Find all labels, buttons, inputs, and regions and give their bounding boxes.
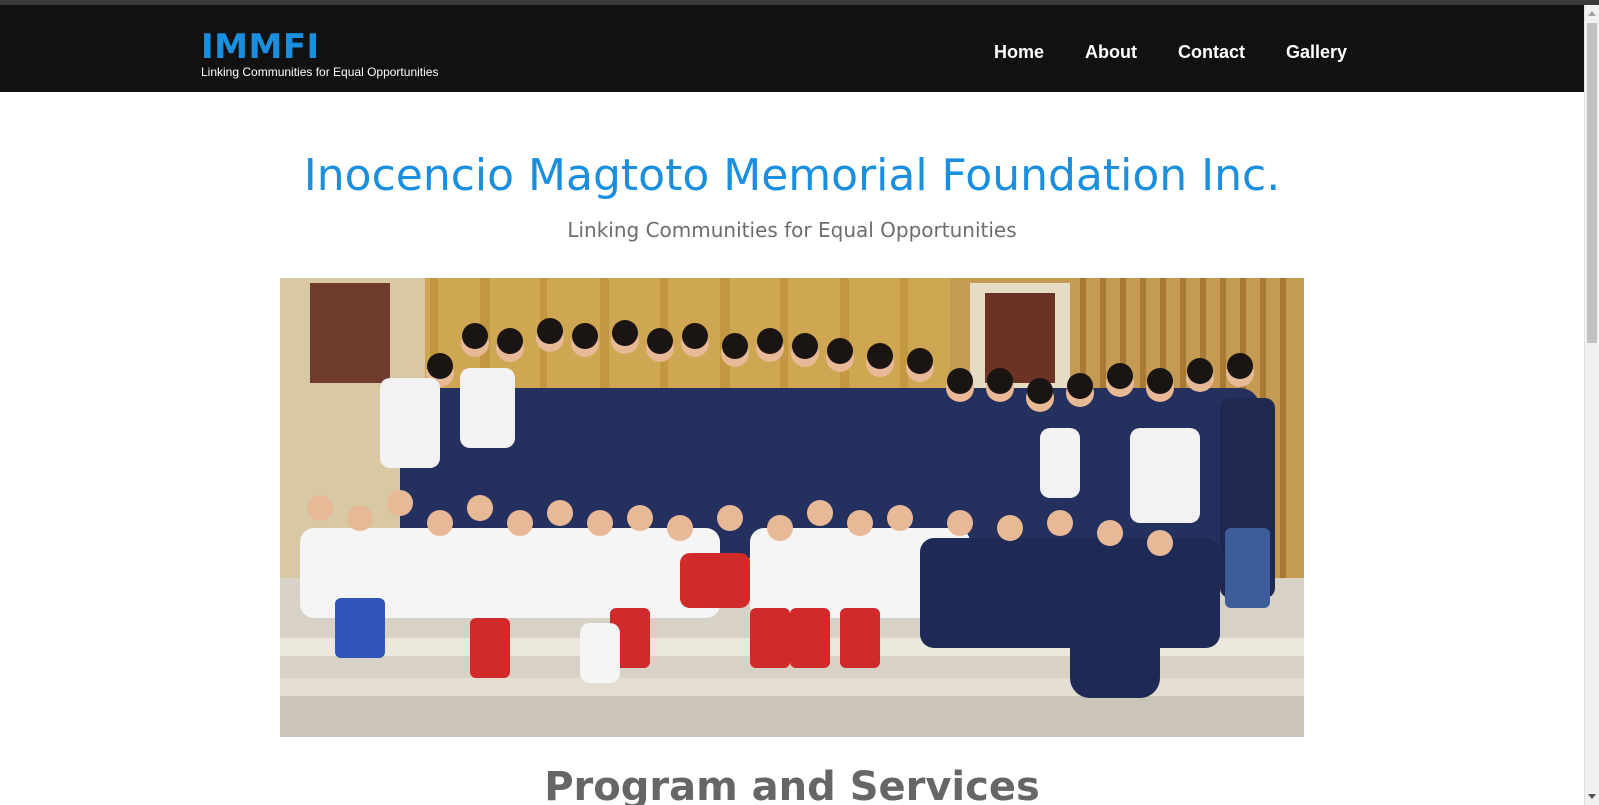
section-title-programs: Program and Services	[544, 764, 1040, 805]
page-subtitle: Linking Communities for Equal Opportunit…	[567, 218, 1017, 242]
nav-link-home[interactable]: Home	[994, 41, 1044, 63]
nav-link-contact[interactable]: Contact	[1178, 41, 1245, 63]
brand-title: IMMFI	[201, 27, 320, 67]
navbar: IMMFI Linking Communities for Equal Oppo…	[0, 5, 1584, 92]
nav-link-about[interactable]: About	[1085, 41, 1137, 63]
brand-tagline: Linking Communities for Equal Opportunit…	[201, 65, 439, 79]
group-photo	[280, 278, 1304, 737]
group-photo-illustration	[280, 278, 1304, 737]
page-title: Inocencio Magtoto Memorial Foundation In…	[303, 150, 1281, 201]
scroll-thumb[interactable]	[1587, 23, 1597, 343]
scroll-down-arrow-icon[interactable]	[1588, 794, 1596, 799]
scroll-up-arrow-icon[interactable]	[1588, 11, 1596, 16]
page-scrollbar[interactable]	[1584, 5, 1599, 805]
nav-menu: Home About Contact Gallery	[994, 41, 1347, 63]
brand-logo[interactable]: IMMFI Linking Communities for Equal Oppo…	[201, 29, 438, 79]
nav-link-gallery[interactable]: Gallery	[1286, 41, 1347, 63]
